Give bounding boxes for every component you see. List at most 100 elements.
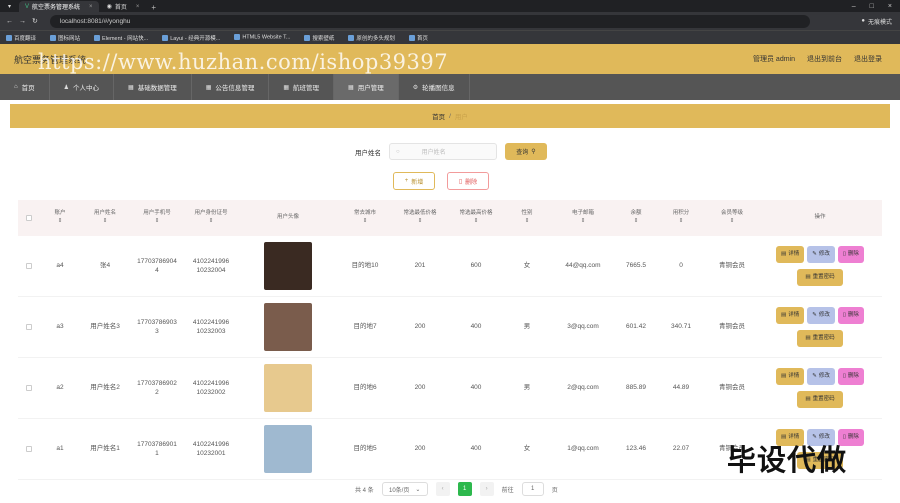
row-checkbox[interactable] — [18, 297, 40, 357]
cell-max: 400 — [470, 323, 482, 331]
detail-button[interactable]: ▤ 详情 — [776, 368, 805, 385]
row-actions: ▤ 详情 ✎ 修改 ▯ 删除 ▤ 重置密码 — [776, 246, 864, 286]
table-cell: 201 — [392, 236, 448, 296]
next-page-button[interactable]: › — [479, 482, 494, 496]
delete-button[interactable]: ▯ 删除 — [447, 172, 489, 190]
row-delete-button[interactable]: ▯ 删除 — [837, 368, 864, 385]
column-header-label: 用户头像 — [276, 214, 299, 221]
close-window-icon[interactable]: × — [888, 3, 892, 10]
cell-account: a1 — [56, 445, 64, 453]
search-icon: ⚲ — [531, 149, 536, 155]
bookmark-item[interactable]: 原创的多头规划 — [348, 34, 395, 42]
edit-button[interactable]: ✎ 修改 — [807, 307, 835, 324]
column-header[interactable]: 用户身份证号 ⇕ — [184, 200, 238, 236]
column-header[interactable]: 用户手机号 ⇕ — [130, 200, 184, 236]
cell-sex: 女 — [523, 262, 531, 270]
logout-link[interactable]: 退出登录 — [854, 54, 882, 64]
edit-button[interactable]: ✎ 修改 — [807, 246, 835, 263]
forward-icon[interactable]: → — [19, 18, 26, 25]
table-row[interactable]: a2 用户姓名2 17703786902 2 4102241996 10232002 目的地… — [18, 358, 882, 419]
table-row[interactable]: a3 用户姓名3 17703786903 3 4102241996 10232003 目的地… — [18, 297, 882, 358]
nav-item[interactable]: ▦ 基础数据管理 — [114, 74, 192, 100]
reset-password-button[interactable]: ▤ 重置密码 — [797, 330, 843, 347]
detail-button[interactable]: ▤ 详情 — [776, 307, 805, 324]
column-header[interactable]: 余额 ⇕ — [616, 200, 656, 236]
browser-tab-active[interactable]: V 航空票务管理系统 × — [19, 1, 99, 12]
nav-item[interactable]: ♟ 个人中心 — [50, 74, 115, 100]
reset-password-button[interactable]: ▤ 重置密码 — [797, 391, 843, 408]
column-header[interactable]: 用户头像 — [238, 200, 338, 236]
close-icon[interactable]: × — [89, 4, 93, 10]
table-cell — [238, 297, 338, 357]
cell-name: 用户姓名1 — [90, 445, 120, 453]
trash-icon: ▯ — [842, 250, 846, 257]
nav-item[interactable]: ⚙ 轮播图信息 — [399, 74, 470, 100]
back-icon[interactable]: ← — [6, 18, 13, 25]
bookmark-item[interactable]: 图标网站 — [50, 34, 80, 42]
row-checkbox[interactable] — [18, 236, 40, 296]
bookmark-item[interactable]: Layui - 经典开源模... — [162, 34, 220, 42]
new-tab-icon[interactable]: + — [151, 3, 156, 12]
column-header[interactable]: 用积分 ⇕ — [656, 200, 706, 236]
detail-button[interactable]: ▤ 详情 — [776, 246, 805, 263]
column-header-label: 常去城市 — [353, 210, 376, 217]
breadcrumb-home[interactable]: 首页 — [432, 111, 445, 121]
url-field[interactable]: localhost:8081/#/yonghu — [49, 14, 810, 28]
minimize-icon[interactable]: – — [852, 3, 856, 10]
reload-icon[interactable]: ↻ — [32, 17, 38, 25]
delete-label: 删除 — [847, 433, 859, 440]
row-delete-button[interactable]: ▯ 删除 — [837, 246, 864, 263]
search-button[interactable]: 查询 ⚲ — [505, 143, 547, 160]
row-checkbox[interactable] — [18, 358, 40, 418]
bookmark-item[interactable]: HTML5 Website T... — [234, 34, 290, 41]
page-number-current[interactable]: 1 — [457, 482, 472, 496]
prev-page-button[interactable]: ‹ — [435, 482, 450, 496]
column-header[interactable]: 用户姓名 ⇕ — [80, 200, 130, 236]
column-header-label: 用积分 — [672, 210, 690, 217]
nav-item[interactable]: ▦ 公告信息管理 — [192, 74, 270, 100]
tab-switcher-icon[interactable]: ▾ — [2, 1, 17, 12]
browser-tab[interactable]: ◉ 首页 × — [101, 1, 146, 12]
cell-sex: 男 — [523, 323, 531, 331]
url-text: localhost:8081/#/yonghu — [59, 17, 131, 25]
detail-label: 详情 — [788, 250, 800, 257]
page-size-select[interactable]: 10条/页 ⌄ — [381, 482, 428, 496]
search-icon: ○ — [396, 148, 400, 155]
cell-points: 0 — [679, 262, 683, 270]
column-header[interactable]: 电子邮箱 ⇕ — [550, 200, 616, 236]
nav-item[interactable]: ▦ 航班管理 — [269, 74, 335, 100]
edit-button[interactable]: ✎ 修改 — [807, 368, 835, 385]
bookmark-label: 图标网站 — [58, 35, 81, 42]
table-cell: 目的地7 — [338, 297, 392, 357]
reset-password-button[interactable]: ▤ 重置密码 — [797, 269, 843, 286]
column-header[interactable]: 会员等级 ⇕ — [706, 200, 758, 236]
column-header[interactable]: 常选最低价格 ⇕ — [392, 200, 448, 236]
maximize-icon[interactable]: □ — [870, 3, 874, 10]
avatar-image[interactable] — [264, 364, 312, 412]
column-header[interactable]: 常选最高价格 ⇕ — [448, 200, 504, 236]
trash-icon: ▯ — [842, 311, 846, 318]
avatar-image[interactable] — [264, 242, 312, 290]
add-button[interactable]: + 新增 — [393, 172, 435, 190]
avatar-image[interactable] — [264, 425, 312, 473]
bookmark-item[interactable]: 首页 — [408, 34, 428, 42]
bookmark-item[interactable]: Element - 网站快... — [94, 34, 148, 42]
column-header[interactable]: 性别 ⇕ — [504, 200, 550, 236]
search-input[interactable]: ○ 用户姓名 — [389, 143, 497, 160]
front-link[interactable]: 退出到前台 — [807, 54, 842, 64]
column-header[interactable]: 常去城市 ⇕ — [338, 200, 392, 236]
select-all-checkbox[interactable] — [18, 200, 40, 236]
bookmark-item[interactable]: 百度翻译 — [6, 34, 36, 42]
row-delete-button[interactable]: ▯ 删除 — [837, 307, 864, 324]
nav-item[interactable]: ⌂ 首页 — [0, 74, 50, 100]
bookmark-item[interactable]: 搜索壁纸 — [304, 34, 334, 42]
table-row[interactable]: a4 张4 17703786904 4 4102241996 10232004 目的地10 2… — [18, 236, 882, 297]
column-header[interactable]: 操作 — [758, 200, 882, 236]
column-header[interactable]: 账户 ⇕ — [40, 200, 80, 236]
incognito-badge[interactable]: ● 无痕模式 — [861, 17, 900, 26]
goto-page-input[interactable]: 1 — [521, 482, 544, 496]
avatar-image[interactable] — [264, 303, 312, 351]
row-checkbox[interactable] — [18, 419, 40, 479]
nav-item[interactable]: ▦ 用户管理 — [334, 74, 399, 100]
close-icon[interactable]: × — [136, 4, 140, 10]
